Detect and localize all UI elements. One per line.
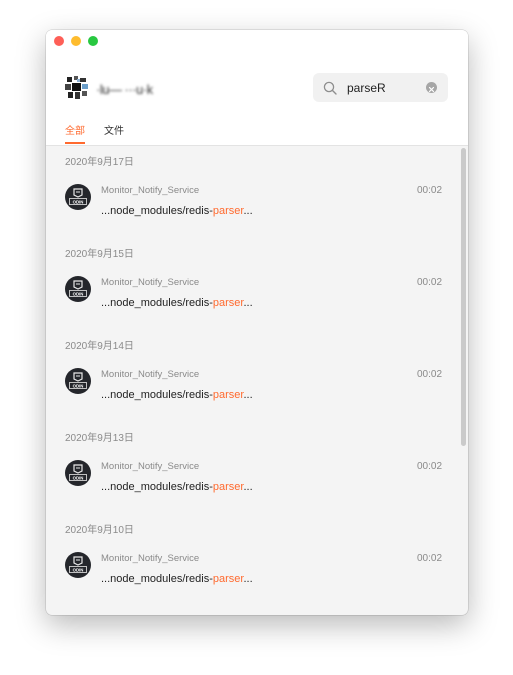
snippet-text: ...node_modules/redis- [101,389,213,401]
close-window-button[interactable] [54,36,64,46]
bot-logo-icon: ODIN [69,464,87,481]
date-header: 2020年9月13日 [65,433,134,444]
chat-title: ·lu― ···u·k [96,82,153,97]
search-input[interactable] [347,79,419,96]
chat-header: ·lu― ···u·k 全部 文件 [46,52,468,146]
snippet-ellipsis: ... [243,481,253,493]
date-header: 2020年9月15日 [65,249,134,260]
result-item[interactable]: ODIN Monitor_Notify_Service 00:02 ...nod… [46,266,456,318]
svg-text:ODIN: ODIN [73,475,84,480]
result-group: 2020年9月17日 ODIN Monitor_Notify_Service 0… [46,146,468,238]
sender-name: Monitor_Notify_Service [101,369,200,380]
message-snippet: ...node_modules/redis-parser... [101,481,253,493]
avatar: ODIN [65,184,91,210]
result-item[interactable]: ODIN Monitor_Notify_Service 00:02 ...nod… [46,542,456,594]
bot-logo-icon: ODIN [69,556,87,573]
snippet-text: ...node_modules/redis- [101,481,213,493]
tab-files[interactable]: 文件 [104,122,124,137]
title-bar [46,30,468,52]
sender-name: Monitor_Notify_Service [101,553,200,564]
svg-text:ODIN: ODIN [73,567,84,572]
snippet-match: parser [212,481,244,493]
snippet-match: parser [212,573,244,585]
bot-logo-icon: ODIN [69,280,87,297]
sender-name: Monitor_Notify_Service [101,185,200,196]
scrollbar-thumb[interactable] [461,148,466,446]
chat-avatar-icon [65,76,88,99]
avatar: ODIN [65,552,91,578]
zoom-window-button[interactable] [88,36,98,46]
minimize-window-button[interactable] [71,36,81,46]
svg-text:ODIN: ODIN [73,199,84,204]
message-time: 00:02 [417,461,443,472]
result-item[interactable]: ODIN Monitor_Notify_Service 00:02 ...nod… [46,358,456,410]
search-icon [323,81,337,95]
tab-all[interactable]: 全部 [65,122,85,137]
message-time: 00:02 [417,369,443,380]
date-header: 2020年9月14日 [65,341,134,352]
clear-search-icon[interactable] [426,82,437,93]
snippet-match: parser [212,205,244,217]
message-time: 00:02 [417,553,443,564]
snippet-ellipsis: ... [243,297,253,309]
result-item[interactable]: ODIN Monitor_Notify_Service 00:02 ...nod… [46,174,456,226]
sender-name: Monitor_Notify_Service [101,277,200,288]
message-snippet: ...node_modules/redis-parser... [101,205,253,217]
snippet-text: ...node_modules/redis- [101,297,213,309]
snippet-match: parser [212,297,244,309]
result-item[interactable]: ODIN Monitor_Notify_Service 00:02 ...nod… [46,450,456,502]
tab-bar: 全部 文件 [46,122,468,145]
result-group: 2020年9月14日 ODIN Monitor_Notify_Service 0… [46,330,468,422]
close-icon [428,86,435,93]
app-window: ·lu― ···u·k 全部 文件 2020年9月17日 [46,30,468,615]
message-snippet: ...node_modules/redis-parser... [101,297,253,309]
svg-text:ODIN: ODIN [73,383,84,388]
result-group: 2020年9月15日 ODIN Monitor_Notify_Service 0… [46,238,468,330]
snippet-match: parser [212,389,244,401]
message-time: 00:02 [417,185,443,196]
avatar: ODIN [65,460,91,486]
snippet-text: ...node_modules/redis- [101,573,213,585]
sender-name: Monitor_Notify_Service [101,461,200,472]
message-snippet: ...node_modules/redis-parser... [101,573,253,585]
snippet-ellipsis: ... [243,573,253,585]
snippet-ellipsis: ... [243,389,253,401]
search-box[interactable] [313,73,448,102]
avatar: ODIN [65,276,91,302]
result-group: 2020年9月10日 ODIN Monitor_Notify_Service 0… [46,514,468,606]
avatar: ODIN [65,368,91,394]
svg-text:ODIN: ODIN [73,291,84,296]
result-group: 2020年9月13日 ODIN Monitor_Notify_Service 0… [46,422,468,514]
snippet-ellipsis: ... [243,205,253,217]
bot-logo-icon: ODIN [69,188,87,205]
date-header: 2020年9月17日 [65,157,134,168]
message-snippet: ...node_modules/redis-parser... [101,389,253,401]
active-tab-indicator [65,142,85,144]
search-results-list[interactable]: 2020年9月17日 ODIN Monitor_Notify_Service 0… [46,146,468,615]
date-header: 2020年9月10日 [65,525,134,536]
snippet-text: ...node_modules/redis- [101,205,213,217]
bot-logo-icon: ODIN [69,372,87,389]
message-time: 00:02 [417,277,443,288]
